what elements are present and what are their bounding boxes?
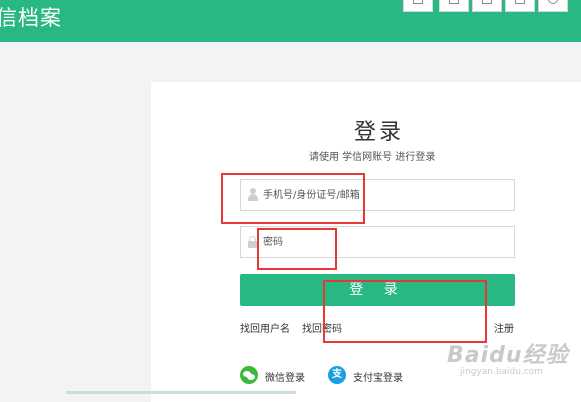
toolbar-button-expand[interactable]: [439, 0, 469, 12]
toolbar-button-home[interactable]: [472, 0, 502, 12]
watermark-url: jingyan.baidu.com: [460, 367, 544, 377]
annotation-box-account: [221, 173, 365, 224]
home-icon: [482, 0, 492, 4]
forgot-username-link[interactable]: 找回用户名: [240, 320, 290, 335]
toolbar-button-1[interactable]: [403, 0, 433, 12]
brand-title: 信档案: [0, 6, 62, 30]
window-icon: [515, 0, 525, 4]
alipay-login-label: 支付宝登录: [353, 373, 403, 384]
wechat-login-label: 微信登录: [265, 373, 305, 384]
lock-icon: [248, 236, 257, 248]
watermark-logo: Baidu经验: [447, 343, 569, 368]
expand-icon: [449, 0, 459, 4]
register-link[interactable]: 注册: [494, 320, 514, 335]
baidu-watermark: Baidu经验 jingyan.baidu.com: [447, 337, 569, 377]
alipay-icon: 支: [328, 366, 346, 384]
toolbar-button-window[interactable]: [505, 0, 535, 12]
login-title: 登录: [354, 120, 405, 145]
wechat-icon: [240, 366, 258, 384]
toolbar-button-settings[interactable]: [538, 0, 568, 12]
gear-icon: [548, 0, 558, 4]
login-subtitle: 请使用 学信网账号 进行登录: [309, 152, 436, 163]
tool-1-icon: [413, 0, 423, 4]
annotation-box-login: [323, 280, 487, 343]
annotation-box-password: [257, 228, 337, 270]
top-header: 信档案: [0, 0, 581, 42]
